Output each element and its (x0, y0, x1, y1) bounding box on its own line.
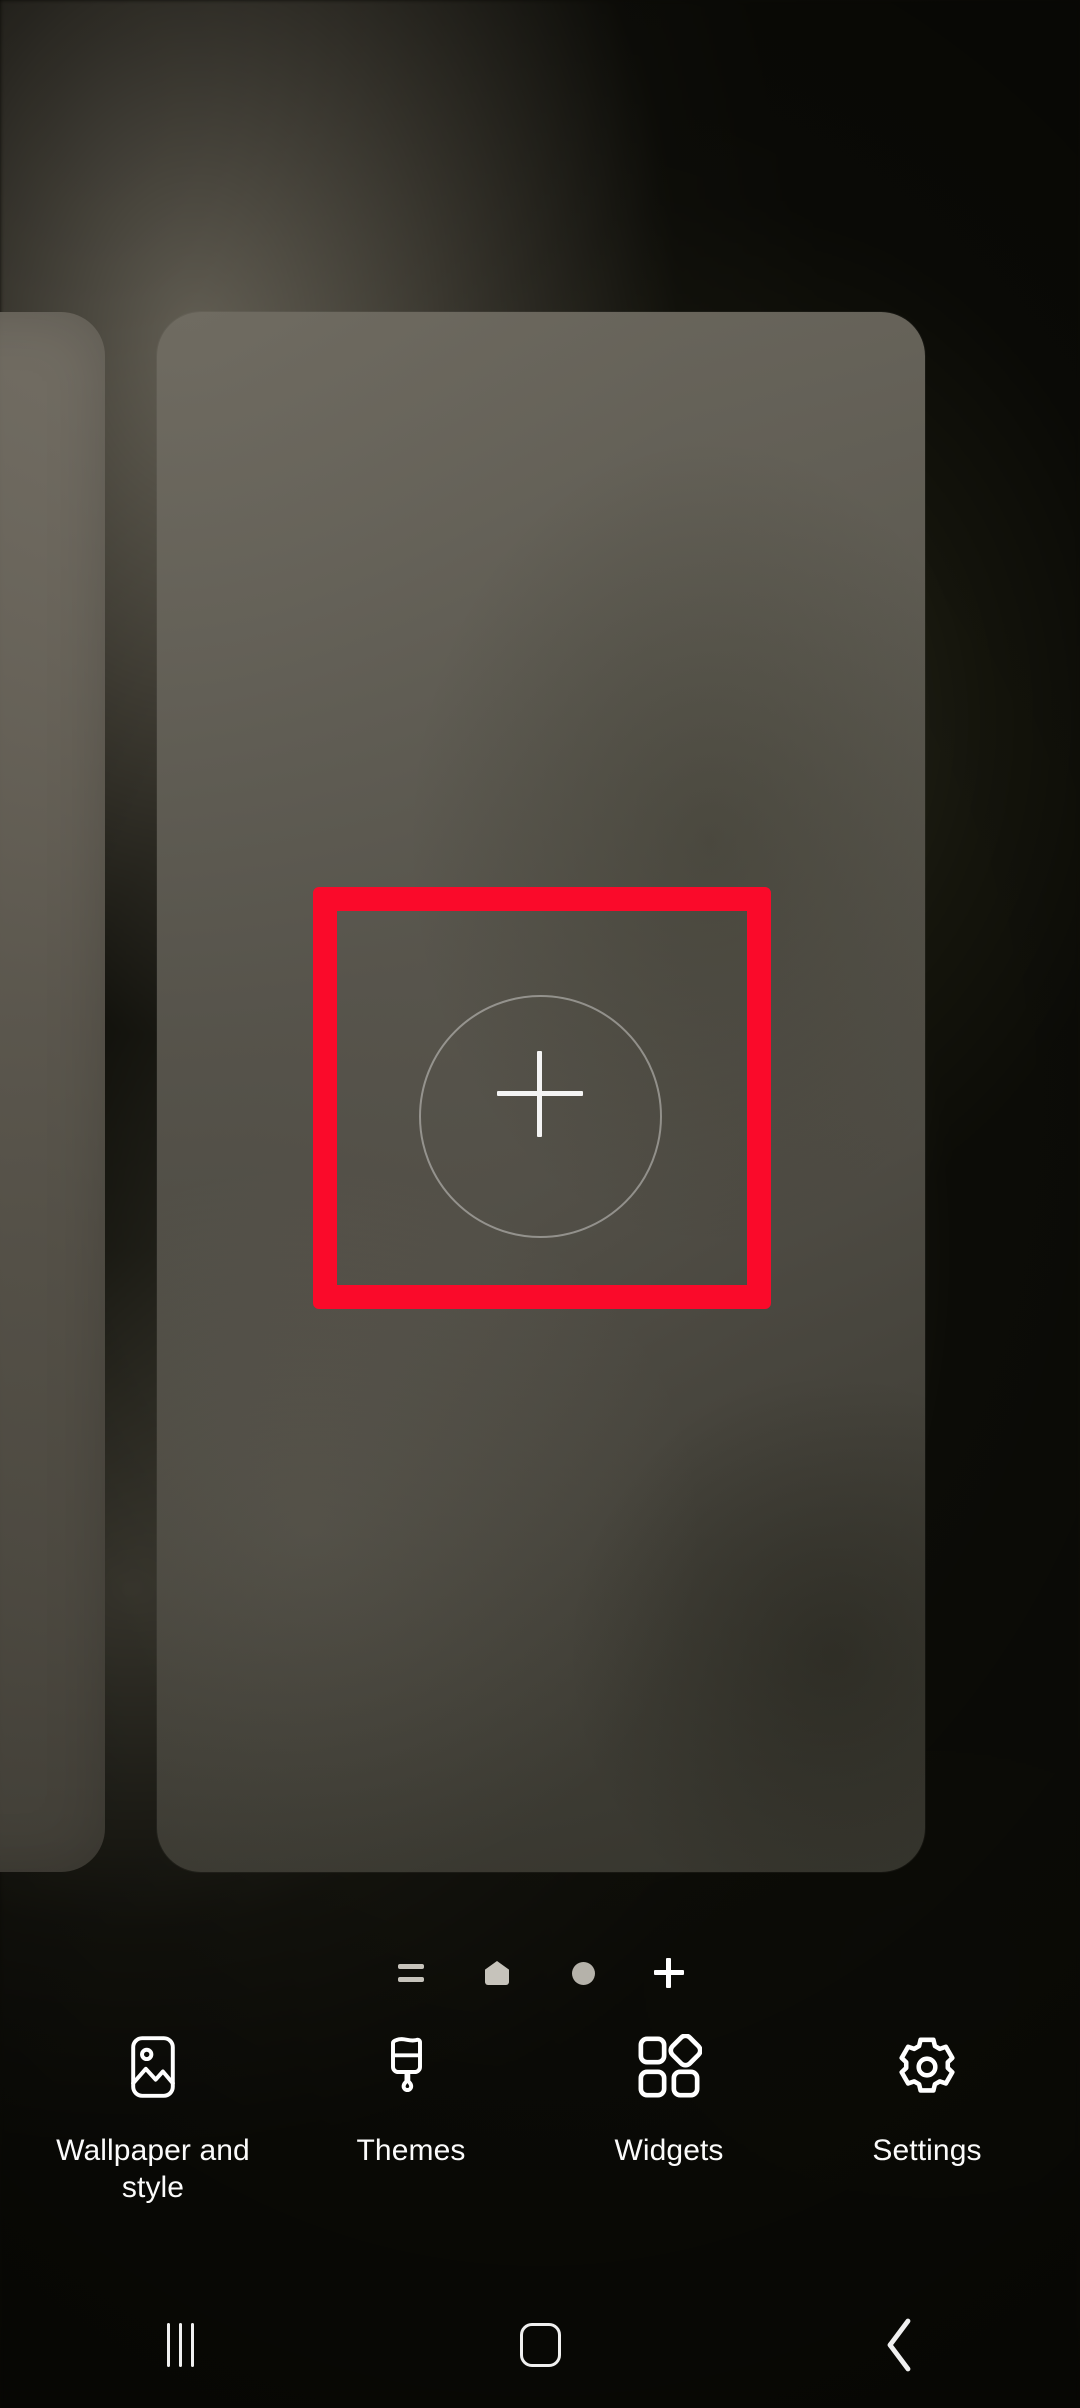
lines-icon (398, 1964, 424, 1982)
action-label: Themes (356, 2134, 466, 2167)
highlight-annotation (313, 887, 771, 1309)
dot-icon (571, 1961, 595, 1985)
plus-icon (654, 1958, 684, 1988)
add-page-indicator[interactable] (652, 1956, 686, 1990)
home-square-icon (519, 2323, 561, 2367)
action-label: Wallpaper and style (56, 2134, 250, 2204)
phone-screen: nload Coffee… (0, 0, 1080, 2408)
action-label: Widgets (614, 2134, 724, 2167)
paintbrush-icon (381, 2030, 441, 2104)
chevron-left-icon (887, 2318, 911, 2372)
recents-button[interactable] (80, 2290, 280, 2400)
gear-icon (893, 2030, 961, 2104)
wallpaper-and-style-button[interactable]: Wallpaper and style (38, 2030, 268, 2206)
widgets-icon (636, 2030, 702, 2104)
themes-button[interactable]: Themes (296, 2030, 526, 2169)
page-dot-indicator[interactable] (566, 1956, 600, 1990)
browser-tab-cards: nload Coffee… (0, 312, 105, 1872)
back-button[interactable] (800, 2290, 1000, 2400)
home-icon (485, 1961, 509, 1985)
recents-icon (166, 2323, 194, 2367)
home-button[interactable] (440, 2290, 640, 2400)
app-list-indicator[interactable] (394, 1956, 428, 1990)
system-navigation-bar (0, 2282, 1080, 2408)
home-page-indicator[interactable] (480, 1956, 514, 1990)
action-label: Settings (872, 2134, 982, 2167)
widgets-button[interactable]: Widgets (554, 2030, 784, 2169)
image-icon (121, 2030, 185, 2104)
previous-page-card[interactable]: nload Coffee… (0, 312, 105, 1872)
settings-button[interactable]: Settings (812, 2030, 1042, 2169)
home-edit-action-bar: Wallpaper and style Themes Widgets Setti… (0, 2030, 1080, 2260)
page-indicator-row (0, 1947, 1080, 1999)
